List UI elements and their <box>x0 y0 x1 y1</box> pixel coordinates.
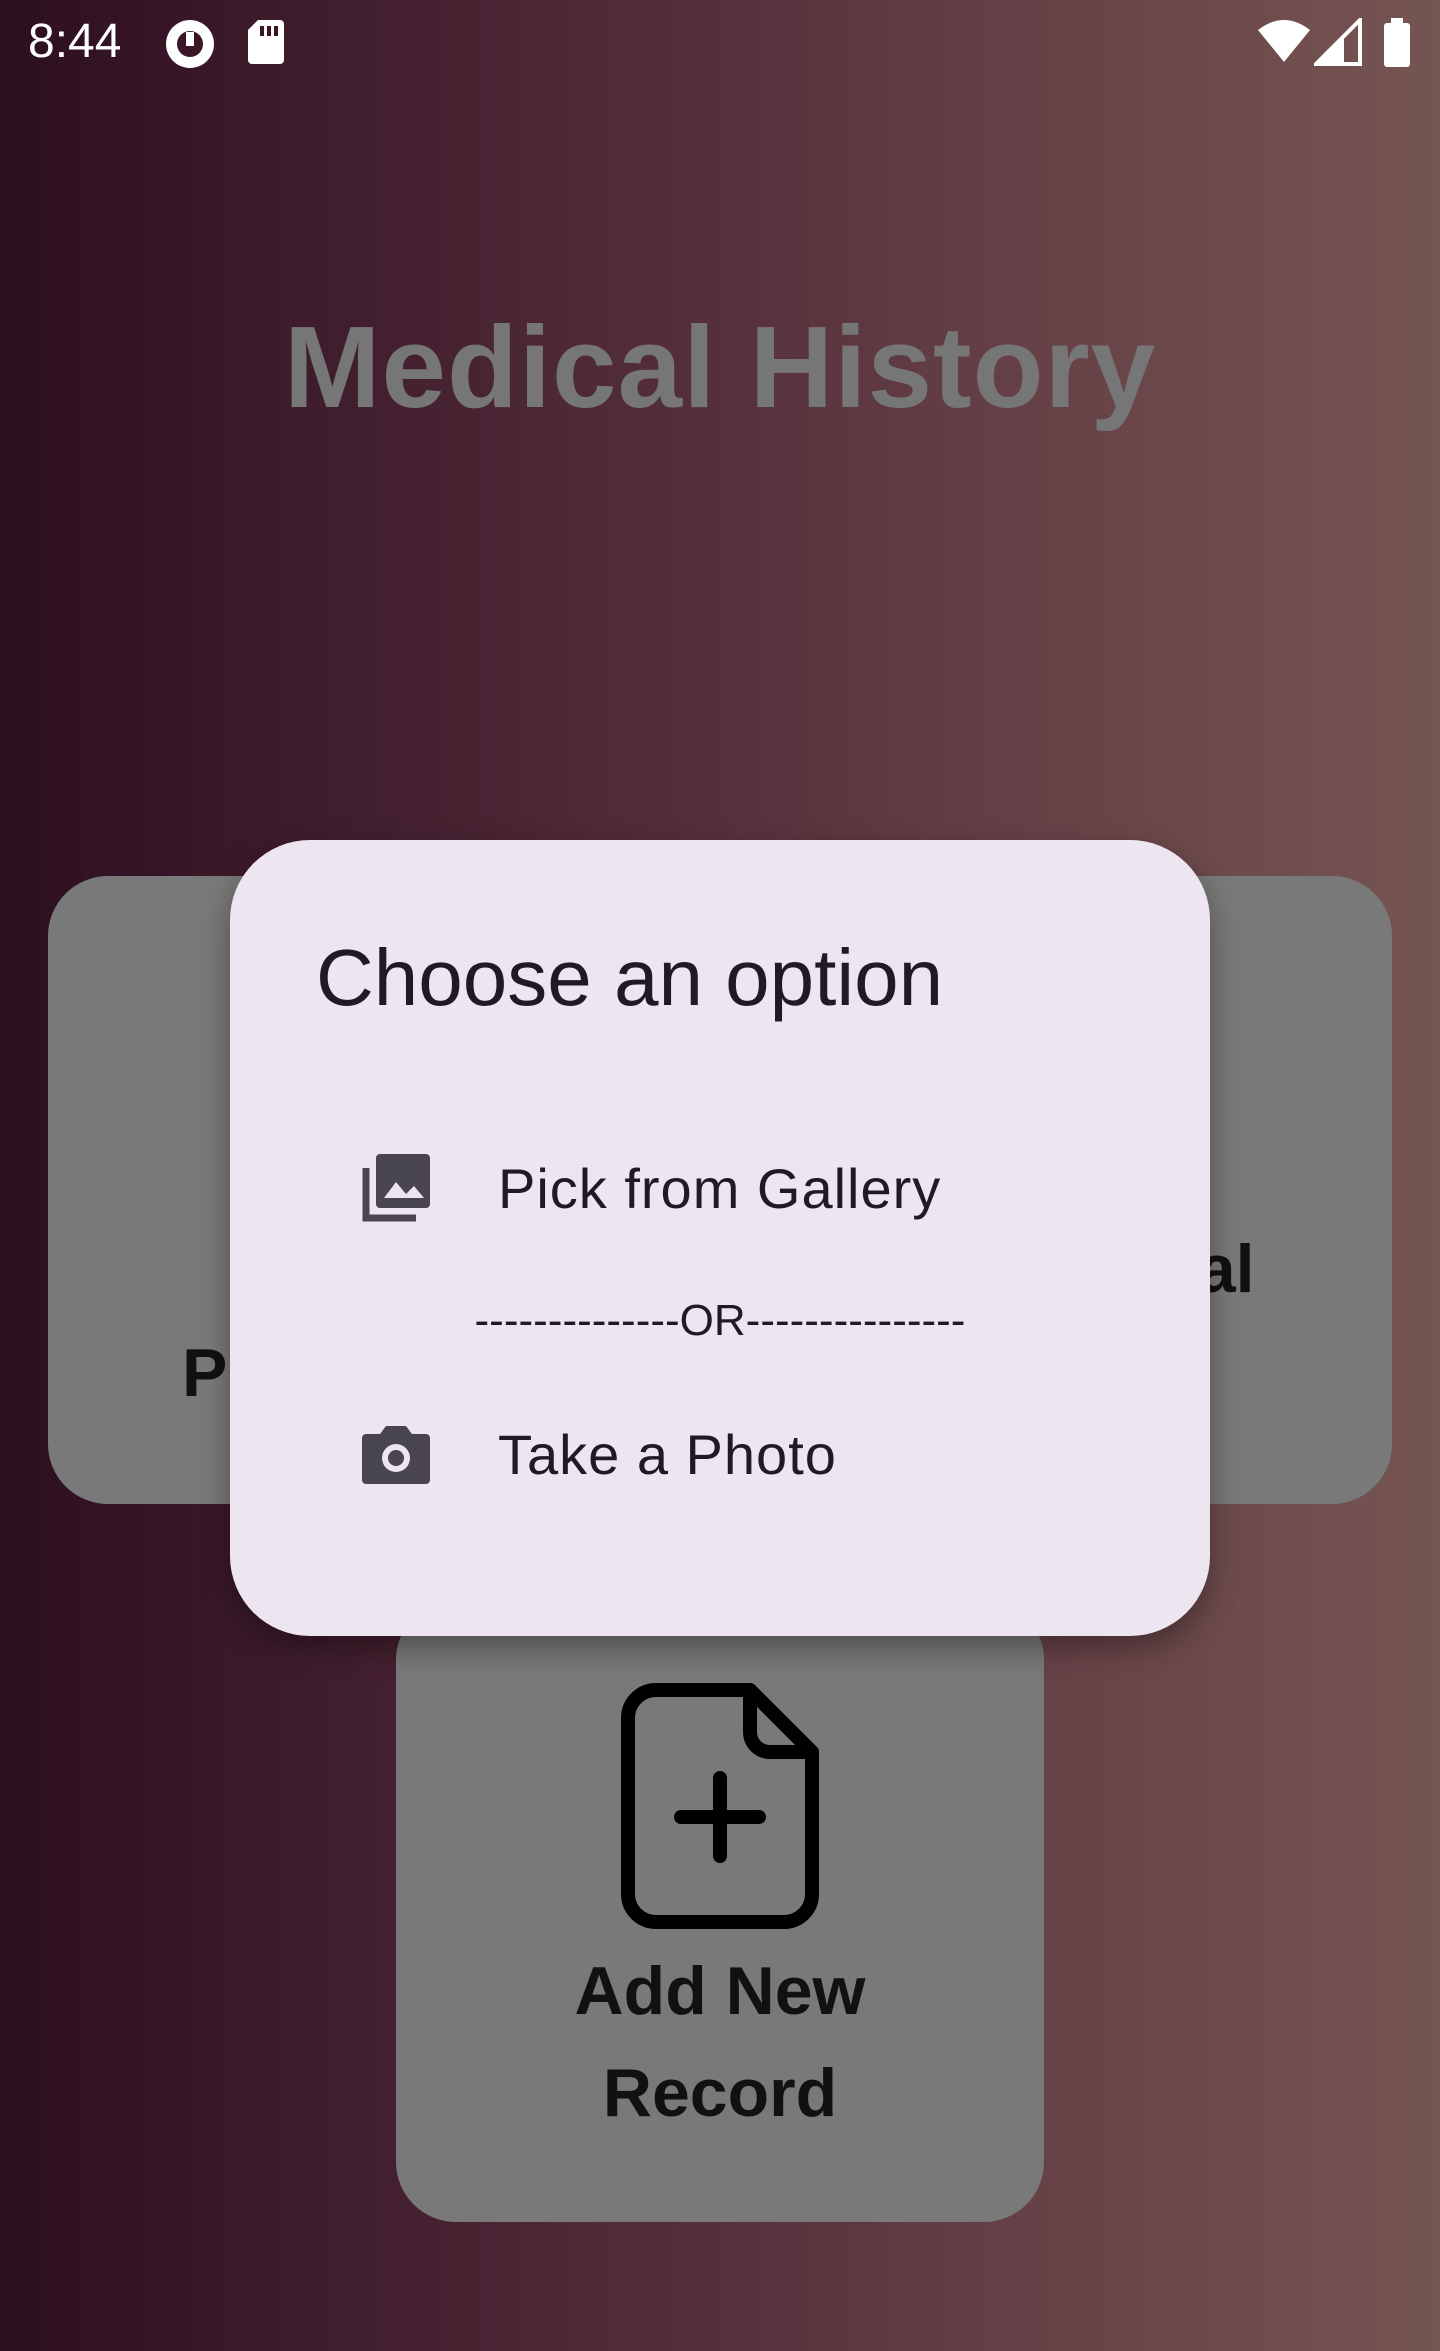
add-new-record-line1: Add New <box>574 1953 866 2029</box>
battery-icon <box>1384 18 1410 67</box>
dialog-title: Choose an option <box>316 933 944 1022</box>
status-time: 8:44 <box>28 15 122 68</box>
cell-signal-icon <box>1314 18 1362 66</box>
wifi-icon <box>1258 20 1310 62</box>
status-bar: 8:44 <box>0 0 1440 90</box>
pocket-casts-icon <box>166 20 214 68</box>
add-new-record-line2: Record <box>602 2055 838 2131</box>
file-add-icon <box>621 1683 819 1929</box>
pick-from-gallery-label: Pick from Gallery <box>498 1156 942 1220</box>
card-left-label: P <box>182 1335 228 1411</box>
photo-library-icon <box>362 1154 430 1222</box>
take-a-photo-label: Take a Photo <box>498 1422 837 1486</box>
or-divider: --------------OR--------------- <box>474 1296 966 1345</box>
choose-option-dialog: Choose an option Pick from Gallery -----… <box>230 840 1210 1636</box>
camera-icon <box>362 1426 430 1484</box>
take-a-photo-option[interactable]: Take a Photo <box>360 1394 1120 1514</box>
page-title: Medical History <box>283 302 1157 432</box>
pick-from-gallery-option[interactable]: Pick from Gallery <box>360 1128 1120 1248</box>
sd-card-icon <box>248 20 284 64</box>
add-new-record-label: Add New Record <box>396 1940 1044 2144</box>
